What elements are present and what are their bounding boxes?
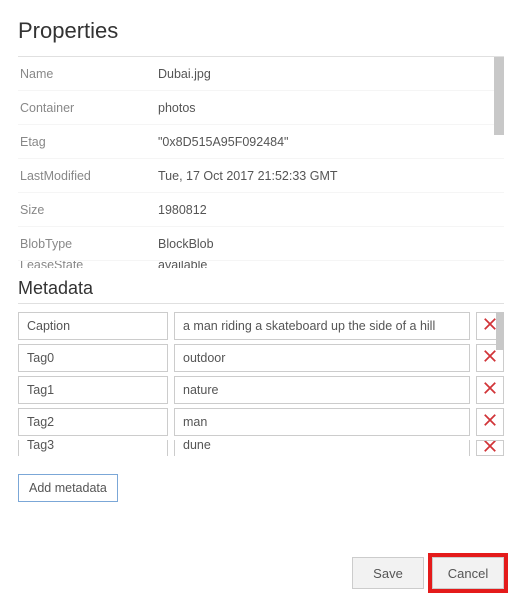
property-value: photos — [158, 101, 504, 115]
metadata-value-input[interactable] — [174, 344, 470, 372]
property-row: Name Dubai.jpg — [18, 57, 504, 91]
metadata-key-input[interactable] — [18, 440, 168, 456]
metadata-value-input[interactable] — [174, 440, 470, 456]
add-metadata-button[interactable]: Add metadata — [18, 474, 118, 502]
property-value: Tue, 17 Oct 2017 21:52:33 GMT — [158, 169, 504, 183]
metadata-value-input[interactable] — [174, 312, 470, 340]
cancel-button[interactable]: Cancel — [432, 557, 504, 589]
metadata-row — [18, 344, 504, 372]
metadata-value-input[interactable] — [174, 408, 470, 436]
properties-scrollbar[interactable] — [494, 57, 504, 268]
property-label: Size — [18, 203, 158, 217]
metadata-row — [18, 408, 504, 436]
scrollbar-thumb[interactable] — [494, 57, 504, 135]
property-value: available — [158, 261, 504, 268]
property-label: Container — [18, 101, 158, 115]
dialog-footer: Save Cancel — [352, 557, 504, 589]
property-value: BlockBlob — [158, 237, 504, 251]
metadata-row — [18, 312, 504, 340]
metadata-key-input[interactable] — [18, 344, 168, 372]
metadata-key-input[interactable] — [18, 376, 168, 404]
metadata-key-input[interactable] — [18, 408, 168, 436]
metadata-value-input[interactable] — [174, 376, 470, 404]
property-label: Etag — [18, 135, 158, 149]
metadata-row — [18, 440, 504, 456]
property-row: LeaseState available — [18, 261, 504, 268]
property-row: LastModified Tue, 17 Oct 2017 21:52:33 G… — [18, 159, 504, 193]
property-row: Etag "0x8D515A95F092484" — [18, 125, 504, 159]
close-icon — [483, 349, 497, 368]
metadata-list — [18, 312, 504, 470]
save-button[interactable]: Save — [352, 557, 424, 589]
property-value: "0x8D515A95F092484" — [158, 135, 504, 149]
property-value: 1980812 — [158, 203, 504, 217]
metadata-row — [18, 376, 504, 404]
properties-heading: Properties — [18, 18, 504, 44]
close-icon — [483, 317, 497, 336]
metadata-heading: Metadata — [18, 278, 504, 304]
property-label: Name — [18, 67, 158, 81]
property-value: Dubai.jpg — [158, 67, 504, 81]
properties-list: Name Dubai.jpg Container photos Etag "0x… — [18, 56, 504, 268]
property-label: LeaseState — [18, 261, 158, 268]
close-icon — [483, 413, 497, 432]
metadata-scrollbar[interactable] — [496, 312, 504, 470]
property-row: Container photos — [18, 91, 504, 125]
property-row: Size 1980812 — [18, 193, 504, 227]
property-label: BlobType — [18, 237, 158, 251]
property-row: BlobType BlockBlob — [18, 227, 504, 261]
close-icon — [483, 381, 497, 400]
scrollbar-thumb[interactable] — [496, 312, 504, 350]
close-icon — [483, 440, 497, 456]
metadata-key-input[interactable] — [18, 312, 168, 340]
property-label: LastModified — [18, 169, 158, 183]
